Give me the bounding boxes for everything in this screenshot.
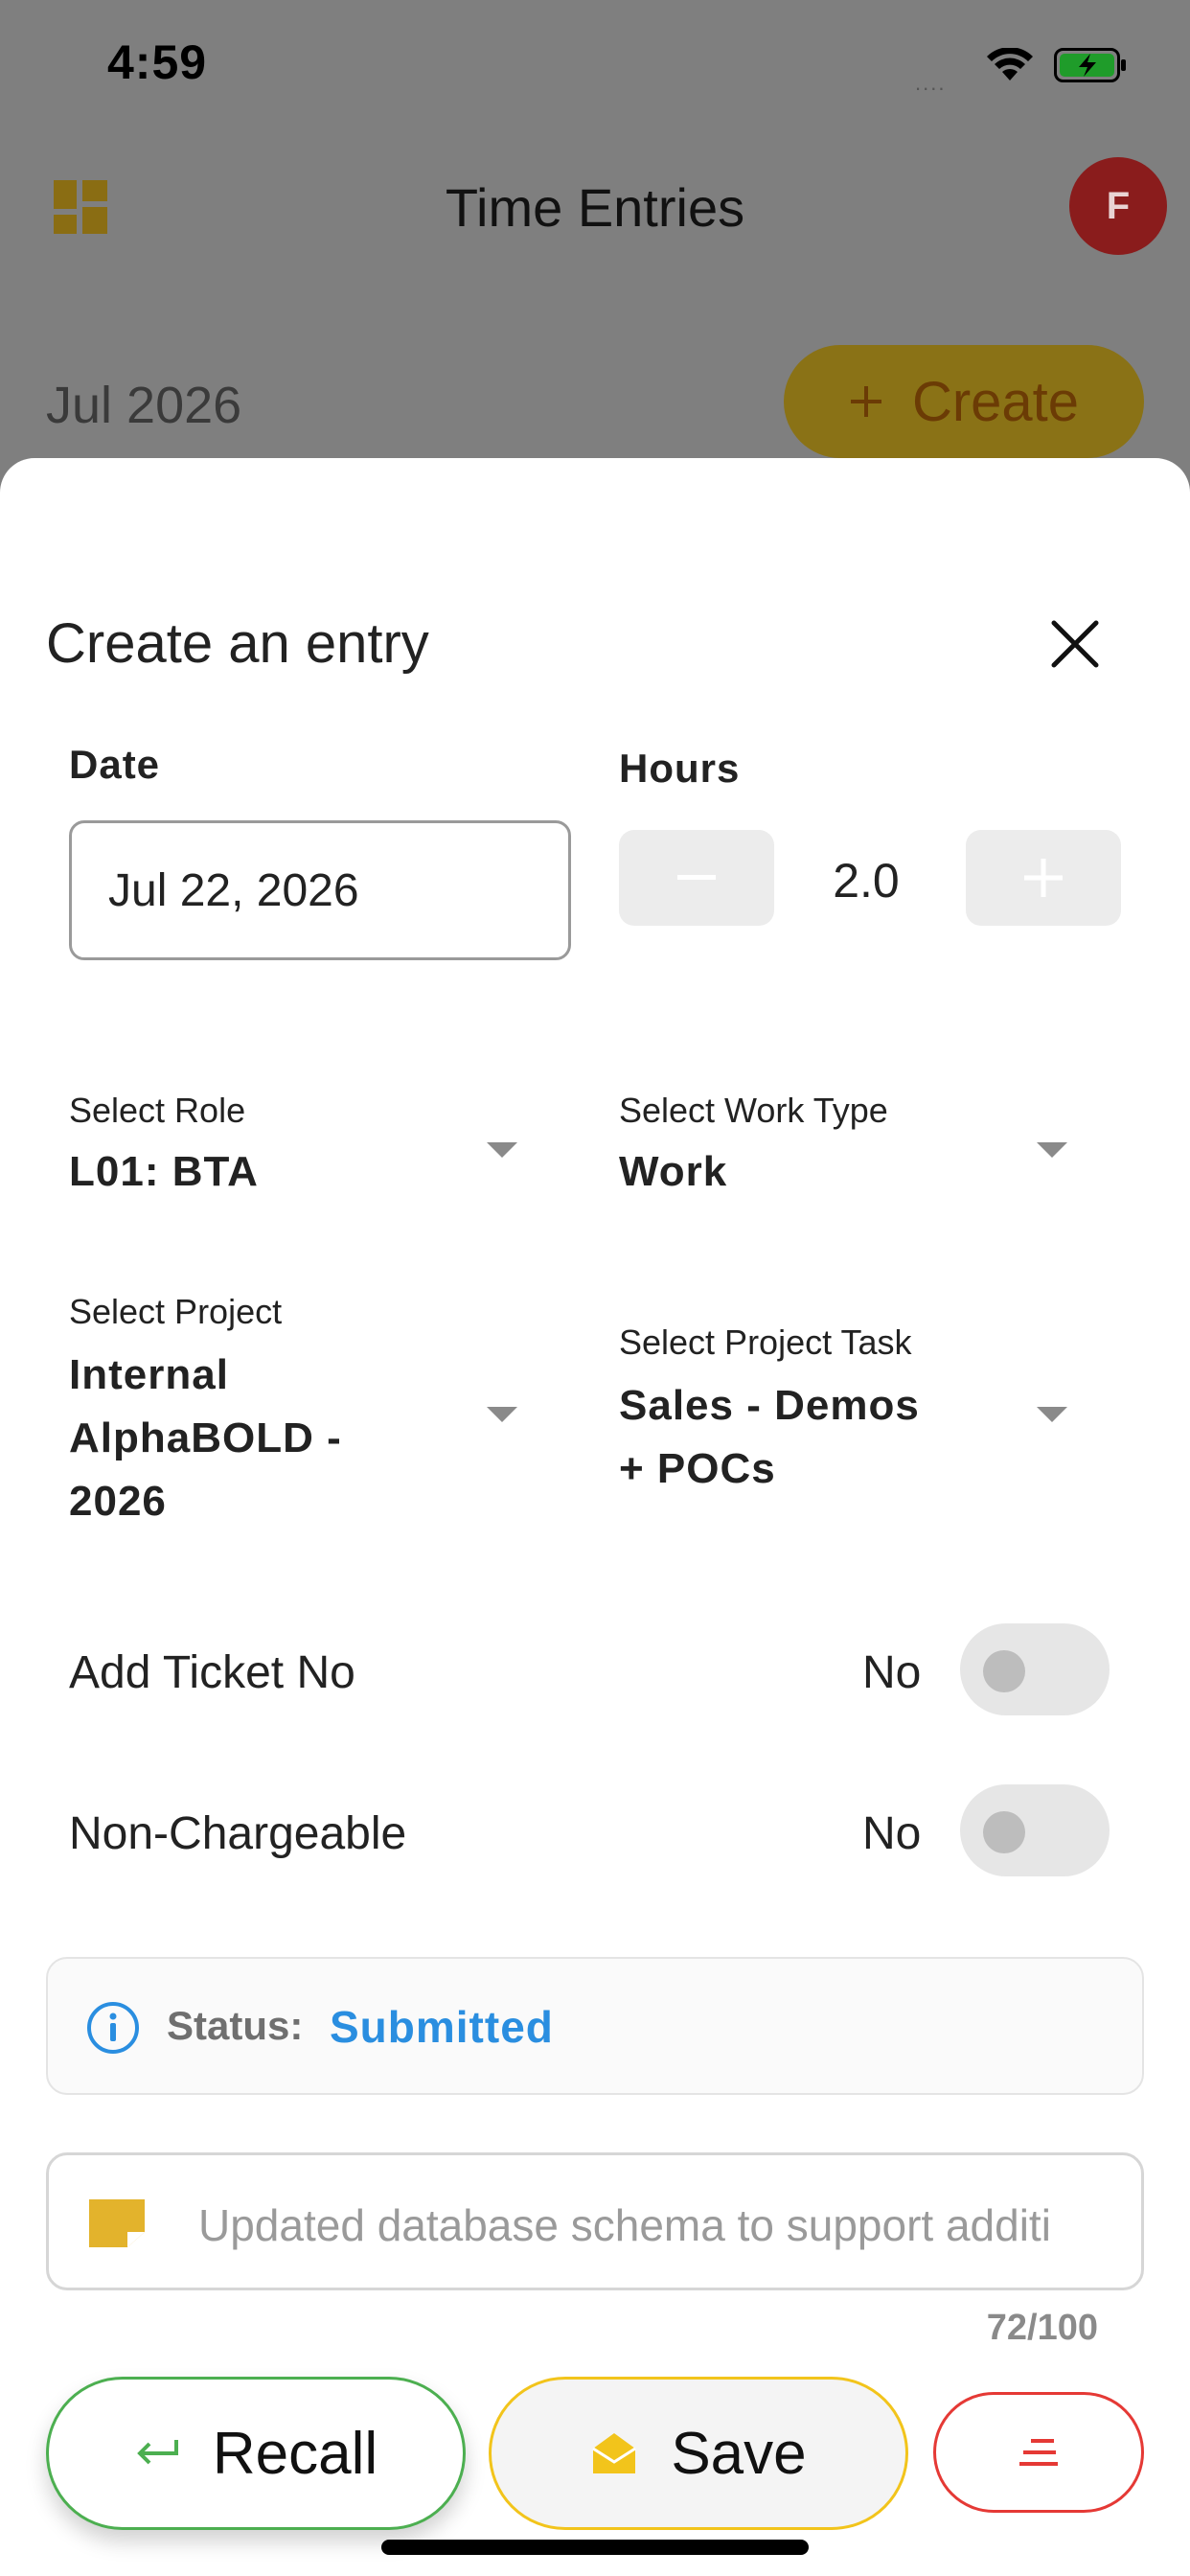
decrease-hours-button[interactable] <box>619 830 774 926</box>
notes-character-counter: 72/100 <box>986 2308 1098 2348</box>
sheet-title: Create an entry <box>46 612 429 675</box>
avatar[interactable]: F <box>1069 157 1167 255</box>
create-button-label: Create <box>911 370 1080 433</box>
project-task-select-label: Select Project Task <box>619 1322 912 1362</box>
role-select-label: Select Role <box>69 1091 246 1130</box>
toggle-knob <box>983 1811 1025 1853</box>
minus-icon <box>677 875 716 880</box>
ticket-toggle-value: No <box>862 1647 922 1698</box>
project-select-value-line: AlphaBOLD - <box>69 1414 342 1461</box>
notes-input[interactable]: Updated database schema to support addit… <box>46 2152 1144 2290</box>
create-entry-button[interactable]: Create <box>784 345 1144 458</box>
menu-lines-icon <box>1019 2439 1058 2466</box>
status-bar: 4:59 .... <box>0 0 1190 134</box>
project-select-label: Select Project <box>69 1292 283 1331</box>
plus-icon <box>850 386 881 417</box>
ticket-toggle-label: Add Ticket No <box>69 1647 355 1698</box>
role-select-value: L01: BTA <box>69 1148 259 1195</box>
more-options-button[interactable] <box>933 2392 1144 2513</box>
status-time: 4:59 <box>107 35 208 89</box>
increase-hours-button[interactable] <box>966 830 1121 926</box>
date-label: Date <box>69 742 161 787</box>
project-select-value-line: 2026 <box>69 1478 167 1525</box>
date-value: Jul 22, 2026 <box>108 864 359 916</box>
non-chargeable-label: Non-Chargeable <box>69 1808 407 1859</box>
info-icon <box>87 2002 139 2054</box>
recall-button-label: Recall <box>212 2420 378 2487</box>
hours-value: 2.0 <box>833 854 900 908</box>
chevron-down-icon <box>487 1407 517 1422</box>
wifi-icon <box>987 48 1033 80</box>
recall-button[interactable]: Recall <box>46 2377 466 2530</box>
note-icon <box>89 2199 145 2247</box>
chevron-down-icon <box>1037 1407 1067 1422</box>
save-button-label: Save <box>671 2420 807 2487</box>
return-arrow-icon <box>137 2440 178 2465</box>
chevron-down-icon <box>1037 1142 1067 1158</box>
project-task-select-value-line: Sales - Demos <box>619 1382 920 1429</box>
hours-label: Hours <box>619 746 741 791</box>
work-type-select-label: Select Work Type <box>619 1091 888 1130</box>
non-chargeable-value: No <box>862 1808 922 1859</box>
app-header: Time Entries F <box>0 144 1190 268</box>
toggle-knob <box>983 1650 1025 1692</box>
non-chargeable-toggle[interactable] <box>960 1784 1110 1876</box>
page-title: Time Entries <box>445 177 745 238</box>
create-entry-sheet: Create an entry Date Jul 22, 2026 Hours … <box>0 458 1190 2576</box>
status-key: Status: <box>167 2003 304 2048</box>
project-select-value-line: Internal <box>69 1351 229 1398</box>
home-indicator <box>381 2540 809 2555</box>
plus-icon <box>1024 859 1063 897</box>
notes-text: Updated database schema to support addit… <box>198 2200 1051 2250</box>
status-badge: Submitted <box>330 2002 554 2052</box>
chevron-down-icon <box>487 1142 517 1158</box>
work-type-select-value: Work <box>619 1148 728 1195</box>
ticket-toggle[interactable] <box>960 1623 1110 1715</box>
close-icon[interactable] <box>1048 617 1102 671</box>
date-field[interactable]: Jul 22, 2026 <box>69 820 571 960</box>
battery-charging-icon <box>1054 48 1126 82</box>
status-banner: Status: Submitted <box>46 1957 1144 2095</box>
cellular-signal-icon: .... <box>915 71 947 95</box>
project-task-select-value-line: + POCs <box>619 1445 776 1492</box>
envelope-open-icon <box>592 2433 637 2473</box>
month-label: Jul 2026 <box>46 377 242 434</box>
save-button[interactable]: Save <box>489 2377 908 2530</box>
